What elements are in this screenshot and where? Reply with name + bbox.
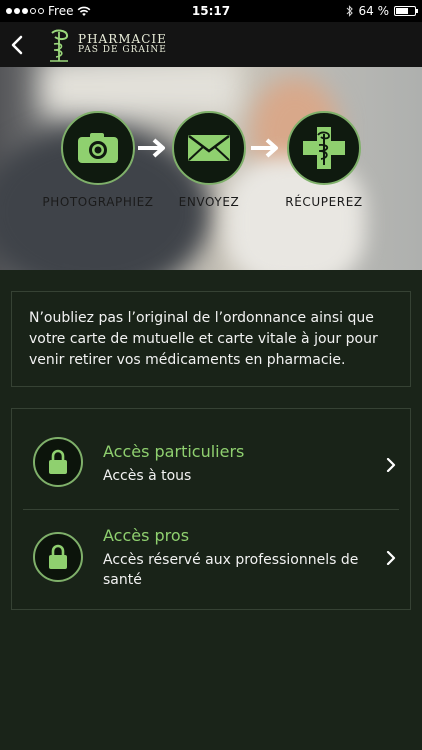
steps: PHOTOGRAPHIEZ ENVOYEZ RÉCUPEREZ [0, 67, 422, 270]
caduceus-icon [50, 29, 69, 62]
pharmacy-cross-icon [303, 127, 345, 169]
step-label: RÉCUPEREZ [285, 195, 363, 209]
nav-bar: PHARMACIE PAS DE GRAINE [0, 22, 422, 67]
chevron-right-icon [386, 458, 396, 472]
lock-icon [49, 544, 67, 569]
lock-icon-circle [33, 437, 83, 487]
lock-icon-circle [33, 532, 83, 582]
back-button[interactable] [0, 22, 34, 67]
chevron-left-icon [11, 35, 23, 54]
access-title: Accès pros [103, 526, 190, 545]
lock-icon [49, 449, 67, 474]
logo-line2: PAS DE GRAINE [78, 45, 167, 56]
access-title: Accès particuliers [103, 442, 245, 461]
bluetooth-icon [346, 5, 353, 17]
signal-icon [6, 8, 44, 14]
access-subtitle: Accès réservé aux professionnels de sant… [103, 552, 359, 588]
step-icon-circle [172, 111, 246, 185]
hero-banner: PHOTOGRAPHIEZ ENVOYEZ RÉCUPEREZ [0, 67, 422, 270]
battery-fill [396, 8, 408, 14]
carrier-label: Free [48, 4, 74, 18]
battery-percent: 64 % [358, 4, 390, 18]
step-photograph: PHOTOGRAPHIEZ [38, 111, 158, 209]
status-left: Free [6, 4, 91, 18]
access-text: Accès pros Accès réservé aux professionn… [103, 526, 373, 590]
status-right: 64 % [346, 4, 418, 18]
app-logo: PHARMACIE PAS DE GRAINE [46, 28, 167, 62]
access-pros-row[interactable]: Accès pros Accès réservé aux professionn… [12, 510, 410, 610]
chevron-right-icon [386, 551, 396, 565]
wifi-icon [78, 6, 91, 16]
camera-icon [78, 133, 118, 163]
access-particuliers-row[interactable]: Accès particuliers Accès à tous [12, 409, 410, 509]
info-text: N’oubliez pas l’original de l’ordonnance… [29, 310, 378, 368]
step-label: ENVOYEZ [178, 195, 240, 209]
envelope-icon [188, 135, 230, 161]
step-icon-circle [61, 111, 135, 185]
step-retrieve: RÉCUPEREZ [264, 111, 384, 209]
step-label: PHOTOGRAPHIEZ [42, 195, 154, 209]
status-bar: Free 15:17 64 % [0, 0, 422, 22]
access-text: Accès particuliers Accès à tous [103, 442, 244, 486]
battery-icon [394, 6, 418, 16]
step-icon-circle [287, 111, 361, 185]
step-send: ENVOYEZ [149, 111, 269, 209]
info-box: N’oubliez pas l’original de l’ordonnance… [11, 291, 411, 387]
access-list: Accès particuliers Accès à tous Accès pr… [11, 408, 411, 610]
access-subtitle: Accès à tous [103, 468, 192, 484]
